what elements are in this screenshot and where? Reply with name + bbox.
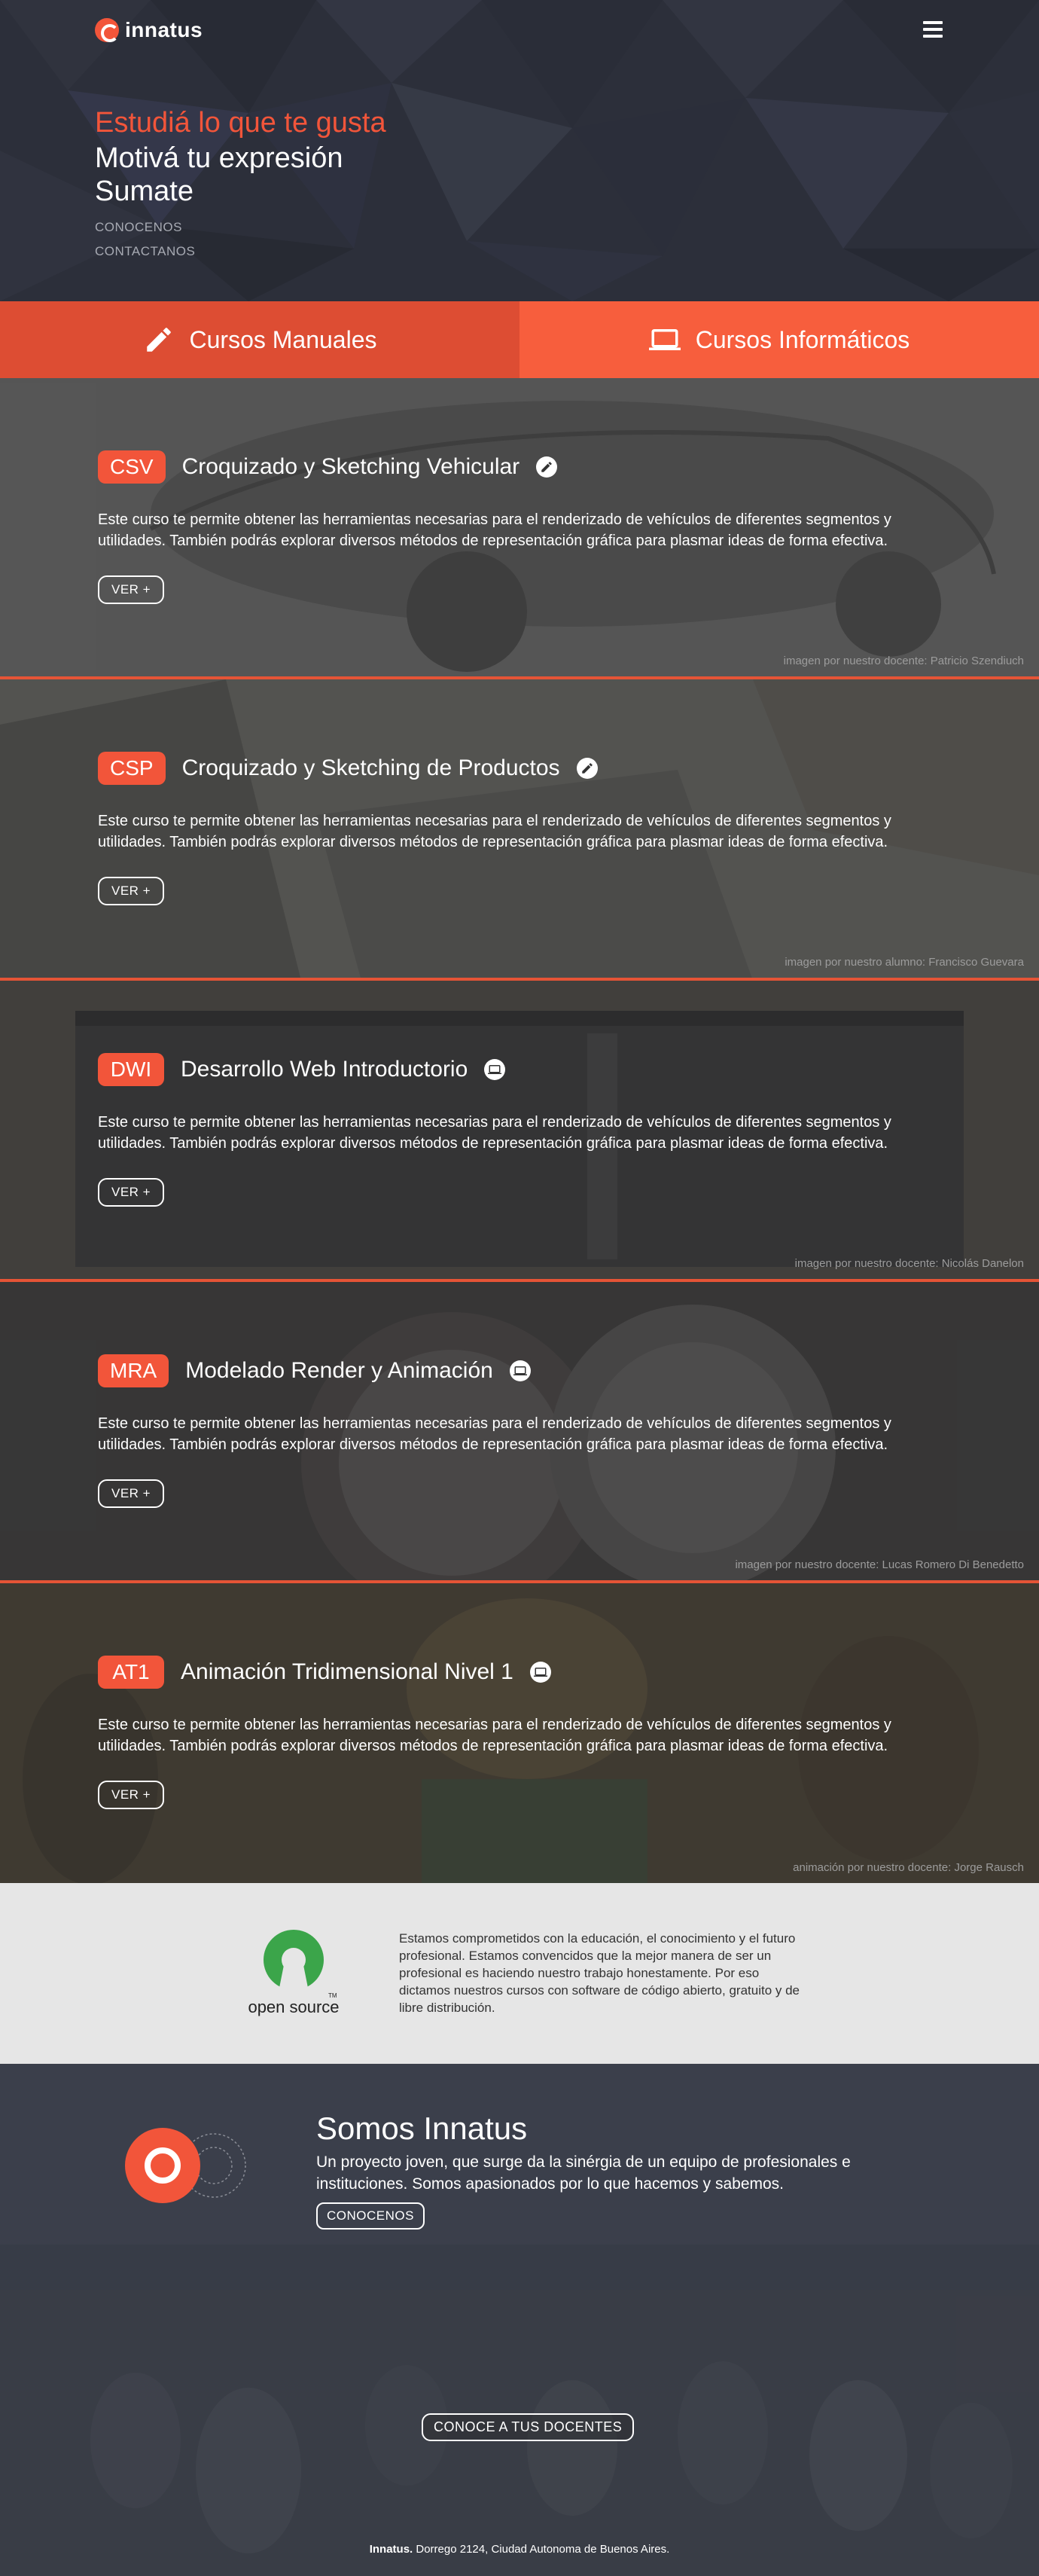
open-source-logo-text: open source: [248, 1998, 339, 2016]
logo[interactable]: innatus: [95, 18, 203, 42]
laptop-icon: [509, 1360, 531, 1381]
tab-label: Cursos Manuales: [189, 325, 377, 353]
pencil-icon: [536, 456, 558, 478]
image-credit: imagen por nuestro docente: Patricio Sze…: [783, 655, 1024, 667]
conoce-docentes-button[interactable]: CONOCE A TUS DOCENTES: [422, 2413, 635, 2441]
ver-more-button[interactable]: VER +: [98, 877, 165, 905]
ver-more-button[interactable]: VER +: [98, 1479, 165, 1508]
course-title: Croquizado y Sketching de Productos: [181, 755, 560, 780]
course-header: MRA Modelado Render y Animación: [98, 1354, 941, 1387]
course-card: AT1 Animación Tridimensional Nivel 1 Est…: [0, 1583, 1039, 1883]
about-description: Un proyecto joven, que surge da la sinér…: [316, 2153, 851, 2193]
course-header: CSV Croquizado y Sketching Vehicular: [98, 450, 941, 484]
course-header: DWI Desarrollo Web Introductorio: [98, 1053, 941, 1086]
course-description: Este curso te permite obtener las herram…: [98, 1114, 891, 1152]
ver-more-button[interactable]: VER +: [98, 1781, 165, 1809]
open-source-section: open source TM Estamos comprometidos con…: [0, 1883, 1039, 2064]
hero-section: innatus Estudiá lo que te gusta Motivá t…: [0, 0, 1039, 301]
course-title: Animación Tridimensional Nivel 1: [181, 1659, 513, 1684]
ver-more-button[interactable]: VER +: [98, 1178, 165, 1207]
open-source-logo-icon: open source TM: [248, 1930, 340, 2016]
course-title: Modelado Render y Animación: [185, 1358, 493, 1383]
course-code-badge: DWI: [98, 1053, 164, 1086]
course-header: AT1 Animación Tridimensional Nivel 1: [98, 1656, 941, 1689]
logo-text: innatus: [125, 18, 203, 41]
conocenos-button[interactable]: CONOCENOS: [316, 2202, 425, 2230]
course-description: Este curso te permite obtener las herram…: [98, 1717, 891, 1754]
course-content: CSV Croquizado y Sketching Vehicular Est…: [98, 450, 941, 604]
laptop-icon: [648, 329, 681, 350]
course-content: AT1 Animación Tridimensional Nivel 1 Est…: [98, 1656, 941, 1809]
course-code-badge: MRA: [98, 1354, 169, 1387]
pencil-icon: [576, 758, 598, 779]
hamburger-menu-icon[interactable]: [923, 21, 943, 39]
tab-label: Cursos Informáticos: [695, 325, 910, 353]
course-code-badge: CSP: [98, 752, 166, 785]
image-credit: imagen por nuestro docente: Lucas Romero…: [735, 1558, 1024, 1571]
innatus-logo-icon: [95, 18, 119, 42]
image-credit: animación por nuestro docente: Jorge Rau…: [793, 1861, 1024, 1874]
about-section: Somos Innatus Un proyecto joven, que sur…: [0, 2064, 1039, 2576]
trademark-text: TM: [328, 1992, 337, 1999]
contactanos-link[interactable]: CONTACTANOS: [95, 244, 195, 259]
hero-subheadline: Motivá tu expresión Sumate: [95, 142, 343, 208]
open-source-text: Estamos comprometidos con la educación, …: [399, 1931, 800, 2015]
course-content: DWI Desarrollo Web Introductorio Este cu…: [98, 1053, 941, 1207]
footer-brand: Innatus.: [369, 2543, 413, 2556]
course-description: Este curso te permite obtener las herram…: [98, 1415, 891, 1453]
laptop-icon: [484, 1059, 506, 1080]
hero-links: CONOCENOS CONTACTANOS: [95, 220, 195, 268]
course-description: Este curso te permite obtener las herram…: [98, 511, 891, 549]
hero-line-3: Sumate: [95, 175, 193, 207]
footer: Innatus. Dorrego 2124, Ciudad Autonoma d…: [0, 2543, 1039, 2556]
course-category-tabs: Cursos Manuales Cursos Informáticos: [0, 301, 1039, 378]
innatus-mark-icon: [125, 2128, 246, 2203]
pencil-icon: [146, 328, 171, 352]
ver-more-button[interactable]: VER +: [98, 575, 165, 604]
course-card: CSP Croquizado y Sketching de Productos …: [0, 679, 1039, 981]
course-description: Este curso te permite obtener las herram…: [98, 813, 891, 850]
tab-cursos-informaticos[interactable]: Cursos Informáticos: [520, 301, 1039, 378]
course-code-badge: CSV: [98, 450, 166, 484]
course-title: Desarrollo Web Introductorio: [181, 1057, 468, 1082]
course-title: Croquizado y Sketching Vehicular: [181, 454, 520, 479]
course-header: CSP Croquizado y Sketching de Productos: [98, 752, 941, 785]
image-credit: imagen por nuestro alumno: Francisco Gue…: [785, 956, 1024, 969]
course-content: CSP Croquizado y Sketching de Productos …: [98, 752, 941, 905]
course-content: MRA Modelado Render y Animación Este cur…: [98, 1354, 941, 1508]
team-photo: [0, 2245, 1039, 2576]
footer-address: Dorrego 2124, Ciudad Autonoma de Buenos …: [413, 2543, 670, 2556]
image-credit: imagen por nuestro docente: Nicolás Dane…: [794, 1257, 1024, 1270]
course-card: MRA Modelado Render y Animación Este cur…: [0, 1282, 1039, 1583]
course-card: CSV Croquizado y Sketching Vehicular Est…: [0, 378, 1039, 679]
hero-headline: Estudiá lo que te gusta: [95, 107, 386, 139]
laptop-icon: [529, 1662, 551, 1683]
tab-cursos-manuales[interactable]: Cursos Manuales: [0, 301, 520, 378]
about-title: Somos Innatus: [316, 2111, 528, 2146]
course-code-badge: AT1: [98, 1656, 164, 1689]
conocenos-link[interactable]: CONOCENOS: [95, 220, 195, 235]
course-card: DWI Desarrollo Web Introductorio Este cu…: [0, 981, 1039, 1282]
hero-line-2: Motivá tu expresión: [95, 142, 343, 174]
